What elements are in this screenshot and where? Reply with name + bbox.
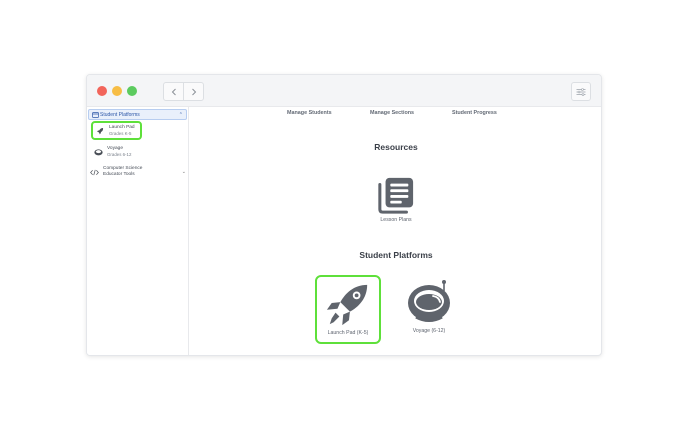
launch-pad-label: Launch Pad (K-5) bbox=[327, 330, 369, 336]
sidebar-item-launch-pad[interactable]: Launch Pad Grades K-5 bbox=[91, 121, 142, 140]
launch-pad-card[interactable]: Launch Pad (K-5) bbox=[315, 275, 381, 344]
sidebar-item-subtitle: Grades K-5 bbox=[109, 130, 132, 136]
sidebar-item-subtitle: Educator Tools bbox=[103, 172, 135, 177]
top-tabs: Manage Students Manage Sections Student … bbox=[190, 110, 601, 120]
sidebar: Student Platforms ⌃ Launch Pad Grades K-… bbox=[87, 107, 189, 355]
astronaut-helmet-icon bbox=[408, 280, 450, 322]
lesson-plans-icon bbox=[378, 177, 414, 214]
maximize-window-button[interactable] bbox=[127, 86, 137, 96]
platform-icon bbox=[91, 111, 100, 118]
chevron-up-icon: ⌃ bbox=[178, 111, 183, 118]
voyage-card[interactable]: Voyage (6-12) bbox=[404, 279, 454, 334]
lesson-plans-label: Lesson Plans bbox=[380, 217, 412, 223]
chevron-right-icon bbox=[191, 88, 196, 95]
navigation-buttons bbox=[163, 82, 204, 101]
tab-manage-sections[interactable]: Manage Sections bbox=[370, 110, 414, 116]
tab-student-progress[interactable]: Student Progress bbox=[452, 110, 497, 116]
minimize-window-button[interactable] bbox=[112, 86, 122, 96]
student-platforms-heading: Student Platforms bbox=[359, 250, 433, 260]
main-content: Manage Students Manage Sections Student … bbox=[190, 107, 601, 355]
lesson-plans-card[interactable]: Lesson Plans bbox=[376, 176, 416, 223]
sidebar-header-label: Student Platforms bbox=[100, 111, 140, 118]
sidebar-header-student-platforms[interactable]: Student Platforms ⌃ bbox=[88, 109, 187, 120]
settings-menu-button[interactable] bbox=[571, 82, 591, 101]
app-window: Student Platforms ⌃ Launch Pad Grades K-… bbox=[86, 74, 602, 356]
sliders-menu-icon bbox=[576, 87, 586, 96]
sidebar-item-computer-science[interactable]: Computer Science Educator Tools ⌄ bbox=[89, 166, 186, 178]
helmet-icon bbox=[93, 147, 103, 157]
forward-button[interactable] bbox=[183, 83, 203, 100]
tab-manage-students[interactable]: Manage Students bbox=[287, 110, 332, 116]
title-bar bbox=[87, 75, 601, 107]
chevron-down-icon: ⌄ bbox=[181, 169, 186, 175]
sidebar-item-subtitle: Grades 6-12 bbox=[107, 152, 132, 157]
rocket-icon bbox=[326, 284, 368, 326]
code-icon bbox=[89, 167, 99, 177]
voyage-label: Voyage (6-12) bbox=[412, 328, 446, 334]
chevron-left-icon bbox=[171, 88, 176, 95]
resources-heading: Resources bbox=[374, 142, 418, 152]
close-window-button[interactable] bbox=[97, 86, 107, 96]
sidebar-item-voyage[interactable]: Voyage Grades 6-12 bbox=[93, 146, 131, 158]
back-button[interactable] bbox=[164, 83, 183, 100]
rocket-icon bbox=[95, 126, 105, 136]
